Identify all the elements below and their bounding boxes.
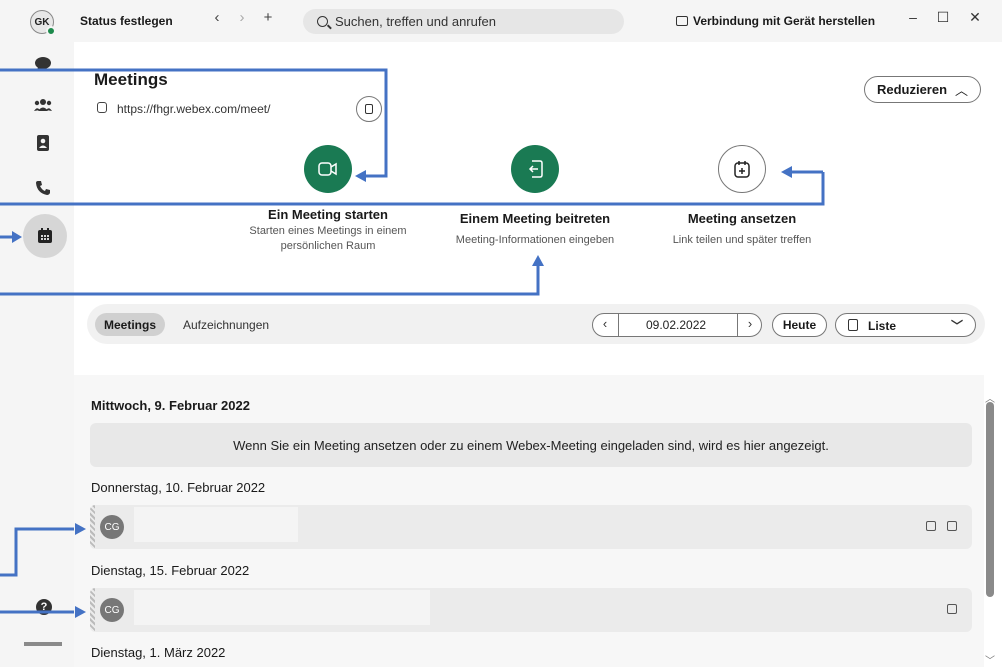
minimize-icon[interactable]: – (903, 9, 923, 25)
avatar: CG (100, 598, 124, 622)
reduce-label: Reduzieren (876, 82, 948, 97)
empty-state-message: Wenn Sie ein Meeting ansetzen oder zu ei… (90, 423, 972, 467)
maximize-icon[interactable]: ☐ (933, 9, 953, 26)
start-meeting-subtitle: Starten eines Meetings in einem persönli… (218, 224, 438, 254)
teams-icon[interactable] (34, 97, 52, 113)
day-heading: Mittwoch, 9. Februar 2022 (91, 398, 250, 413)
prev-date-icon[interactable]: ‹ (595, 316, 615, 331)
page-title: Meetings (94, 70, 168, 89)
url-redacted (285, 97, 349, 121)
messaging-icon[interactable] (34, 56, 52, 72)
list-item[interactable]: CG (90, 505, 972, 549)
row-stripe (90, 505, 95, 549)
divider (737, 314, 738, 336)
forward-icon[interactable]: › (232, 9, 252, 26)
today-button[interactable]: Heute (772, 313, 827, 337)
chevron-down-icon: ﹀ (950, 319, 963, 333)
search-icon (317, 16, 328, 27)
day-heading: Donnerstag, 10. Februar 2022 (91, 480, 266, 495)
avatar: CG (100, 515, 124, 539)
schedule-meeting-title: Meeting ansetzen (687, 211, 797, 226)
meeting-url[interactable]: https://fhgr.webex.com/meet/ (117, 102, 270, 116)
presence-dot (46, 26, 56, 36)
join-meeting-button[interactable] (511, 145, 559, 193)
next-date-icon[interactable]: › (740, 316, 760, 331)
copy-icon (365, 104, 373, 114)
day-heading: Dienstag, 15. Februar 2022 (91, 563, 250, 578)
contacts-icon[interactable] (34, 135, 52, 151)
calendar-icon (947, 604, 957, 614)
tab-recordings[interactable]: Aufzeichnungen (183, 318, 269, 332)
row-stripe (90, 588, 95, 632)
start-meeting-sub1: Starten eines Meetings in einem (249, 225, 407, 237)
view-label: Liste (868, 319, 897, 333)
divider (618, 314, 619, 336)
calling-icon[interactable] (34, 180, 52, 196)
lock-icon (97, 102, 107, 113)
join-icon (528, 160, 543, 178)
list-item[interactable]: CG (90, 588, 972, 632)
list-icon (848, 319, 858, 331)
org-logo (24, 642, 62, 646)
search-placeholder: Suchen, treffen und anrufen (335, 14, 496, 29)
add-icon[interactable]: + (258, 9, 278, 26)
day-heading: Dienstag, 1. März 2022 (91, 645, 226, 660)
chevron-up-icon: ︿ (955, 83, 969, 98)
user-avatar[interactable]: GK (30, 10, 56, 36)
device-icon (676, 16, 688, 26)
schedule-meeting-subtitle: Link teilen und später treffen (672, 234, 812, 246)
search-input[interactable]: Suchen, treffen und anrufen (303, 9, 624, 34)
date-field[interactable]: 09.02.2022 (646, 318, 706, 332)
back-icon[interactable]: ‹ (207, 9, 227, 26)
connect-device-button[interactable]: Verbindung mit Gerät herstellen (676, 14, 875, 28)
calendar-icon (947, 521, 957, 531)
tab-meetings[interactable]: Meetings (95, 313, 166, 336)
join-meeting-subtitle: Meeting-Informationen eingeben (455, 234, 615, 246)
video-camera-icon (318, 162, 337, 176)
connect-label: Verbindung mit Gerät herstellen (693, 14, 876, 28)
calendar-add-icon (734, 161, 750, 178)
help-icon[interactable]: ? (36, 599, 52, 615)
copy-url-button[interactable] (356, 96, 382, 122)
reduce-button[interactable]: Reduzieren ︿ (864, 76, 981, 103)
meeting-title-redacted (134, 507, 298, 542)
meetings-icon (36, 228, 54, 244)
view-select[interactable]: Liste ﹀ (835, 313, 976, 337)
close-icon[interactable]: ✕ (965, 9, 985, 26)
start-meeting-button[interactable] (304, 145, 352, 193)
title-bar: GK Status festlegen ‹ › + Suchen, treffe… (0, 0, 1002, 42)
join-meeting-title: Einem Meeting beitreten (459, 211, 611, 226)
meeting-title-redacted (134, 590, 430, 625)
schedule-meeting-button[interactable] (718, 145, 766, 193)
start-meeting-sub2: persönlichen Raum (280, 240, 376, 252)
status-button[interactable]: Status festlegen (80, 14, 173, 28)
start-meeting-title: Ein Meeting starten (268, 207, 388, 222)
scroll-down-icon[interactable]: ﹀ (985, 652, 995, 667)
scrollbar-thumb[interactable] (986, 402, 994, 597)
sidebar: ? (0, 42, 74, 667)
recurring-icon (926, 521, 936, 531)
